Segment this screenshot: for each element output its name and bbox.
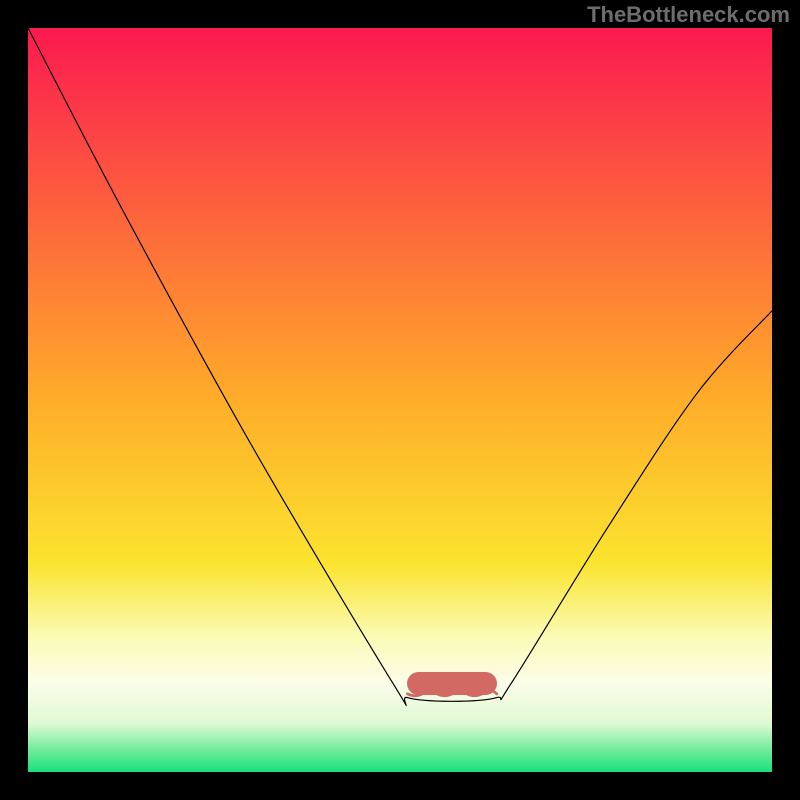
bottleneck-highlight — [28, 28, 772, 772]
chart-frame: TheBottleneck.com — [0, 0, 800, 800]
plot-area — [28, 28, 772, 772]
watermark-text: TheBottleneck.com — [587, 2, 790, 28]
